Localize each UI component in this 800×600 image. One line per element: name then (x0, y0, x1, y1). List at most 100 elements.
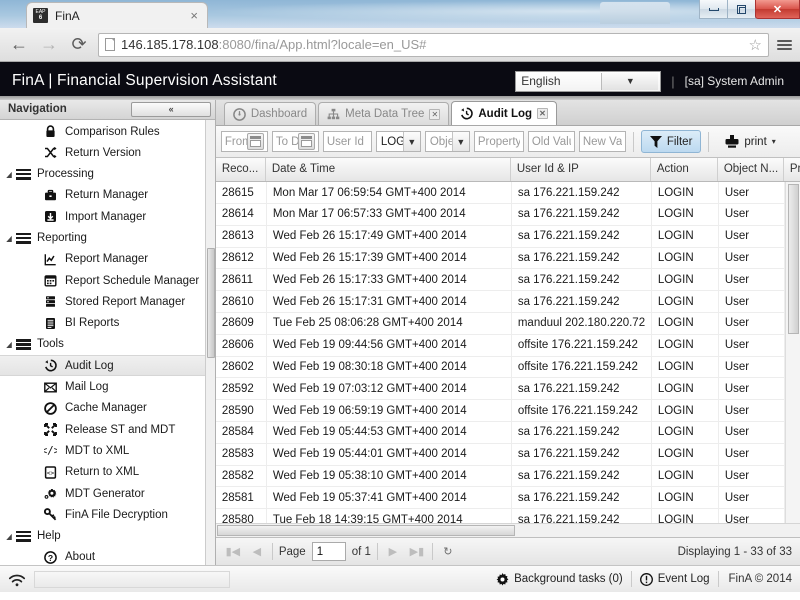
sidebar-scrollbar[interactable] (204, 119, 215, 565)
from-date-input[interactable]: From Date (220, 131, 268, 153)
close-tab-icon[interactable]: ✕ (537, 108, 549, 120)
cell-datetime: Wed Feb 19 05:38:10 GMT+400 2014 (265, 465, 511, 487)
expand-caret-icon[interactable]: ◢ (5, 532, 14, 541)
grid-header-object[interactable]: Object N... (718, 157, 784, 182)
reload-icon[interactable]: ⟳ (68, 34, 90, 55)
sidebar-item-fina-file-decryption[interactable]: FinA File Decryption (0, 504, 215, 525)
table-row[interactable]: 28592 Wed Feb 19 07:03:12 GMT+400 2014 sa … (215, 378, 800, 401)
background-tasks-button[interactable]: Background tasks (0) (496, 572, 623, 586)
grid-header-record[interactable]: Reco... (216, 157, 266, 182)
forward-icon[interactable]: → (38, 34, 60, 55)
cell-object: User (717, 465, 784, 487)
print-button[interactable]: print ▾ (716, 130, 784, 153)
action-select[interactable]: LOG ▼ (375, 131, 421, 153)
sidebar-item-return-manager[interactable]: Return Manager (0, 185, 215, 206)
chevron-down-icon[interactable]: ▼ (451, 132, 469, 152)
table-row[interactable]: 28582 Wed Feb 19 05:38:10 GMT+400 2014 sa … (215, 465, 800, 488)
expand-caret-icon[interactable]: ◢ (5, 170, 14, 179)
first-page-button[interactable]: ▮◀ (224, 543, 242, 561)
tab-meta-data-tree[interactable]: Meta Data Tree ✕ (318, 102, 450, 126)
user-id-input[interactable]: User Id (322, 131, 372, 153)
old-value-input[interactable]: Old Value (527, 131, 575, 153)
grid-horizontal-scrollbar[interactable] (215, 523, 800, 538)
event-log-button[interactable]: Event Log (639, 572, 710, 586)
document-lines-icon (40, 317, 60, 330)
object-select[interactable]: Object ▼ (424, 131, 470, 153)
grid-header-property[interactable]: Pro (784, 158, 800, 181)
sidebar-item-about[interactable]: ? About (0, 547, 215, 565)
last-page-button[interactable]: ▶▮ (408, 543, 426, 561)
table-row[interactable]: 28609 Tue Feb 25 08:06:28 GMT+400 2014 man… (215, 313, 800, 335)
table-row[interactable]: 28610 Wed Feb 26 15:17:31 GMT+400 2014 sa … (215, 291, 800, 313)
maximize-button[interactable] (727, 0, 756, 19)
back-icon[interactable]: ← (8, 34, 30, 55)
table-row[interactable]: 28606 Wed Feb 19 09:44:56 GMT+400 2014 off… (215, 334, 800, 357)
sidebar-item-return-to-xml[interactable]: <> Return to XML (0, 462, 215, 483)
table-row[interactable]: 28602 Wed Feb 19 08:30:18 GMT+400 2014 off… (215, 356, 800, 379)
previous-page-button[interactable]: ◀ (248, 543, 266, 561)
table-row[interactable]: 28613 Wed Feb 26 15:17:49 GMT+400 2014 sa … (215, 225, 800, 248)
refresh-icon[interactable]: ↻ (439, 543, 457, 561)
sidebar-item-processing[interactable]: ◢ Processing (0, 163, 215, 184)
table-row[interactable]: 28581 Wed Feb 19 05:37:41 GMT+400 2014 sa … (215, 487, 800, 510)
sidebar-item-report-schedule-manager[interactable]: Report Schedule Manager (0, 270, 215, 291)
sidebar-scrollbar-thumb[interactable] (206, 247, 215, 358)
grid-header-action[interactable]: Action (651, 157, 718, 182)
sidebar-item-bi-reports[interactable]: BI Reports (0, 313, 215, 334)
grid-header-datetime[interactable]: Date & Time (266, 157, 511, 182)
sidebar-item-mdt-to-xml[interactable]: </> MDT to XML (0, 440, 215, 461)
language-select[interactable]: English ▼ (515, 70, 662, 92)
from-date-placeholder: From Date (224, 135, 247, 148)
sidebar-item-release-st-and-mdt[interactable]: Release ST and MDT (0, 419, 215, 440)
calendar-icon[interactable] (297, 133, 315, 151)
sidebar-item-help[interactable]: ◢ Help (0, 526, 215, 547)
chevron-down-icon[interactable]: ▾ (772, 137, 776, 146)
close-tab-icon[interactable]: ✕ (429, 108, 441, 120)
collapse-sidebar-button[interactable]: « (131, 101, 211, 117)
grid-vertical-scrollbar-thumb[interactable] (788, 184, 799, 335)
grid-horizontal-scrollbar-thumb[interactable] (216, 525, 515, 537)
menu-icon[interactable] (777, 39, 792, 50)
browser-tab-fina[interactable]: EAP 6 FinA × (26, 2, 208, 28)
sidebar-item-audit-log[interactable]: Audit Log (0, 355, 215, 377)
tab-dashboard[interactable]: Dashboard (223, 102, 317, 126)
sidebar-item-comparison-rules[interactable]: Comparison Rules (0, 121, 215, 142)
close-icon[interactable]: × (187, 8, 201, 23)
sidebar-item-reporting[interactable]: ◢ Reporting (0, 227, 215, 248)
window-close-button[interactable]: ✕ (755, 0, 800, 19)
table-row[interactable]: 28615 Mon Mar 17 06:59:54 GMT+400 2014 sa … (215, 182, 800, 205)
to-date-input[interactable]: To Date (271, 131, 319, 153)
next-page-button[interactable]: ▶ (384, 543, 402, 561)
sidebar-item-import-manager[interactable]: Import Manager (0, 206, 215, 227)
expand-caret-icon[interactable]: ◢ (5, 234, 14, 243)
calendar-icon[interactable] (246, 133, 264, 151)
expand-caret-icon[interactable]: ◢ (5, 340, 14, 349)
table-row[interactable]: 28583 Wed Feb 19 05:44:01 GMT+400 2014 sa … (215, 443, 800, 466)
table-row[interactable]: 28611 Wed Feb 26 15:17:33 GMT+400 2014 sa … (215, 269, 800, 292)
bookmark-star-icon[interactable]: ☆ (749, 36, 762, 54)
table-row[interactable]: 28590 Wed Feb 19 06:59:19 GMT+400 2014 off… (215, 400, 800, 422)
filter-button[interactable]: Filter (640, 130, 702, 154)
sidebar-item-stored-report-manager[interactable]: Stored Report Manager (0, 291, 215, 312)
sidebar-item-report-manager[interactable]: Report Manager (0, 249, 215, 270)
chevron-down-icon[interactable]: ▼ (601, 72, 659, 90)
minimize-button[interactable] (699, 0, 728, 19)
sidebar-item-cache-manager[interactable]: Cache Manager (0, 398, 215, 419)
sidebar-item-return-version[interactable]: Return Version (0, 142, 215, 163)
page-number-input[interactable]: 1 (311, 542, 346, 562)
address-bar[interactable]: 146.185.178.108:8080/fina/App.html?local… (98, 32, 769, 57)
table-row[interactable]: 28612 Wed Feb 26 15:17:39 GMT+400 2014 sa … (215, 247, 800, 270)
sidebar-item-mdt-generator[interactable]: MDT Generator (0, 483, 215, 504)
cell-object: User (717, 356, 784, 378)
property-input[interactable]: Property (473, 131, 524, 153)
table-row[interactable]: 28584 Wed Feb 19 05:44:53 GMT+400 2014 sa … (215, 421, 800, 444)
new-value-input[interactable]: New Value (578, 131, 626, 153)
grid-vertical-scrollbar[interactable] (785, 182, 800, 524)
sidebar-item-tools[interactable]: ◢ Tools (0, 334, 215, 355)
grid-header-userip[interactable]: User Id & IP (511, 157, 651, 182)
table-row[interactable]: 28614 Mon Mar 17 06:57:33 GMT+400 2014 sa … (215, 204, 800, 226)
chevron-down-icon[interactable]: ▼ (402, 132, 420, 152)
tab-audit-log[interactable]: Audit Log ✕ (451, 101, 558, 126)
table-row[interactable]: 28580 Tue Feb 18 14:39:15 GMT+400 2014 sa … (216, 509, 800, 524)
sidebar-item-mail-log[interactable]: Mail Log (0, 376, 215, 397)
